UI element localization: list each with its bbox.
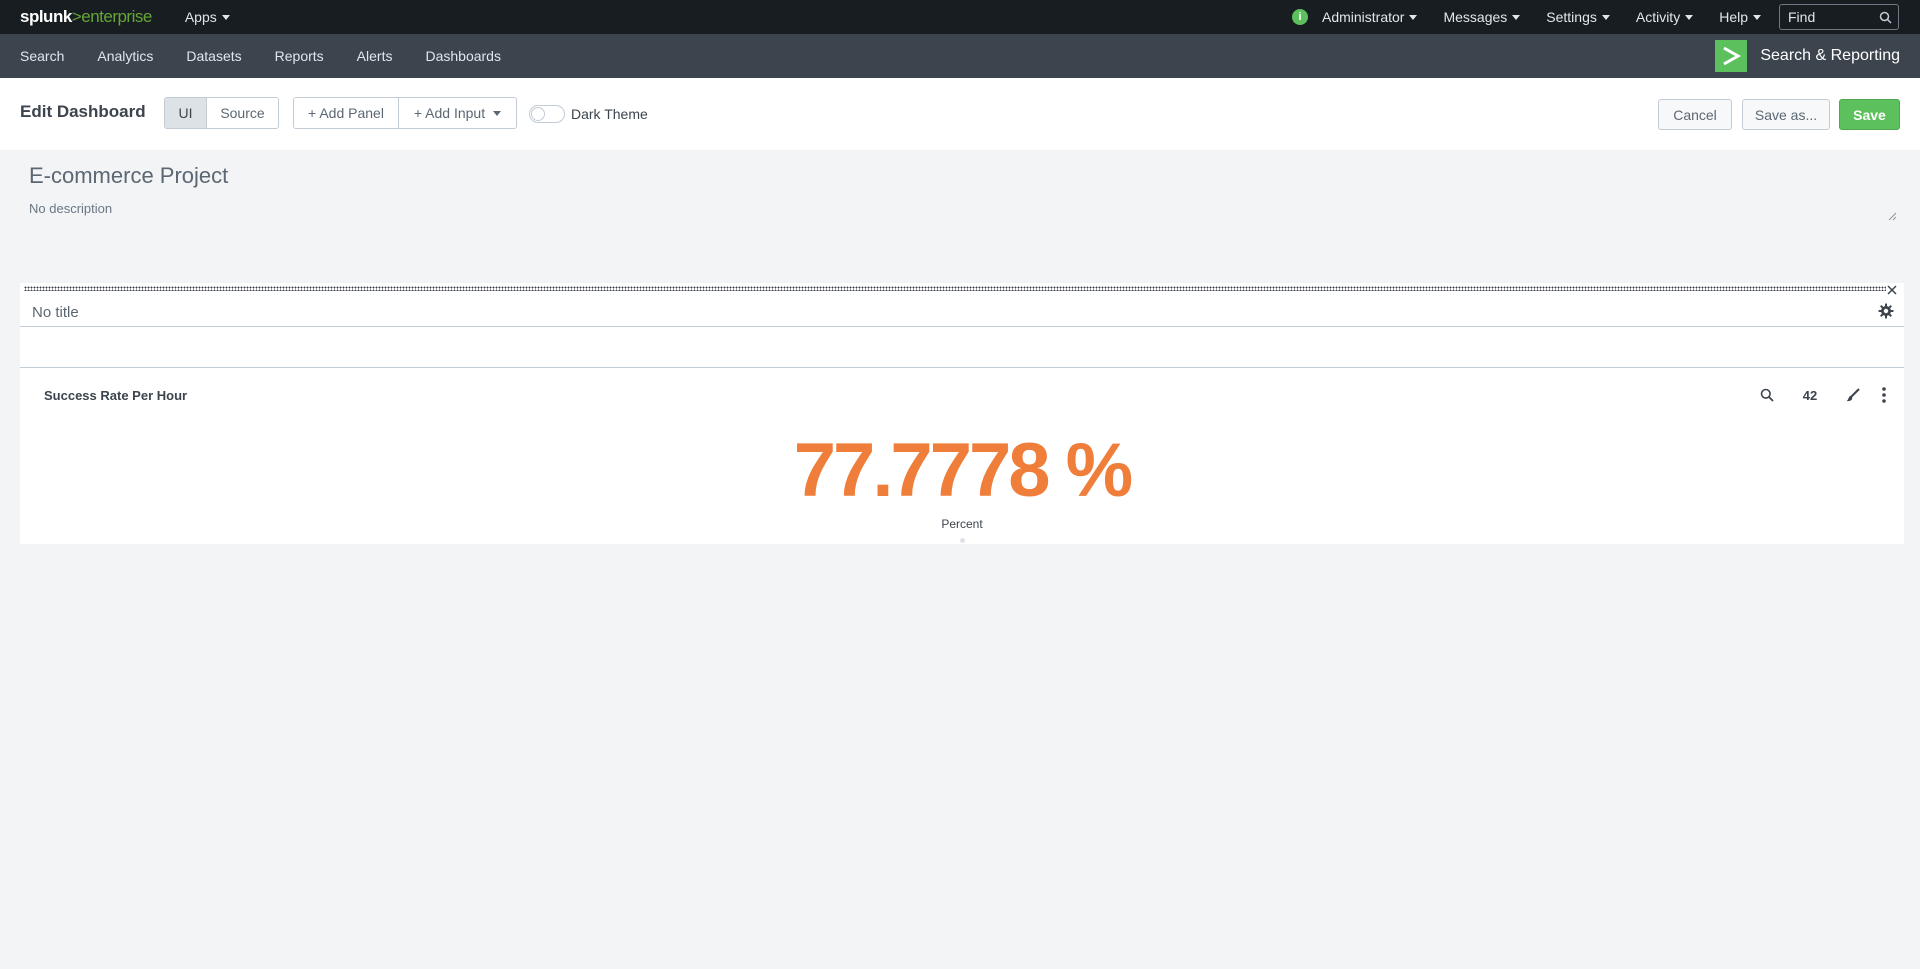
search-icon	[1760, 388, 1774, 402]
gear-icon[interactable]	[1878, 303, 1894, 319]
editor-mode-toggle: UI Source	[164, 97, 279, 129]
settings-menu-label: Settings	[1546, 9, 1597, 25]
user-menu-label: Administrator	[1321, 9, 1405, 25]
dashboard-row: No title Success Rate Per Hour 42 77.777…	[20, 283, 1904, 544]
result-count[interactable]: 42	[1795, 385, 1825, 405]
messages-menu[interactable]: Messages	[1443, 9, 1521, 25]
edit-dashboard-bar: Edit Dashboard UI Source + Add Panel + A…	[0, 78, 1920, 150]
find-input[interactable]	[1788, 9, 1878, 25]
chevron-down-icon	[1601, 14, 1610, 20]
chevron-down-icon	[1409, 14, 1418, 20]
format-visualization-button[interactable]	[1843, 385, 1863, 405]
logo-text: splunk	[20, 7, 72, 26]
dashboard-title[interactable]: E-commerce Project	[29, 163, 228, 189]
activity-menu-label: Activity	[1635, 9, 1681, 25]
search-app-icon	[1715, 40, 1748, 72]
dark-theme-label: Dark Theme	[571, 106, 648, 122]
open-in-search-button[interactable]	[1757, 385, 1777, 405]
resize-handle-icon[interactable]	[1887, 211, 1897, 221]
chevron-down-icon	[221, 14, 230, 20]
chevron-down-icon	[1512, 14, 1521, 20]
nav-reports[interactable]: Reports	[262, 48, 337, 64]
row-divider	[20, 326, 1904, 327]
apps-menu-label: Apps	[184, 9, 217, 25]
nav-dashboards[interactable]: Dashboards	[412, 48, 514, 64]
search-icon[interactable]	[1879, 11, 1892, 24]
app-name: Search & Reporting	[1760, 47, 1900, 64]
mode-source-button[interactable]: Source	[207, 98, 278, 128]
app-nav: Search Analytics Datasets Reports Alerts…	[7, 48, 521, 64]
chevron-down-icon	[1685, 14, 1694, 20]
panel-title[interactable]: Success Rate Per Hour	[44, 388, 187, 403]
close-icon[interactable]	[1885, 283, 1899, 297]
activity-menu[interactable]: Activity	[1635, 9, 1694, 25]
save-as-button[interactable]: Save as...	[1742, 99, 1830, 130]
nav-alerts[interactable]: Alerts	[344, 48, 406, 64]
app-navigation-bar: Search Analytics Datasets Reports Alerts…	[0, 34, 1920, 78]
splunk-logo[interactable]: splunk>enterprise	[20, 7, 152, 27]
dashboard-description[interactable]: No description	[29, 201, 112, 216]
add-input-label: + Add Input	[413, 105, 486, 121]
logo-product: enterprise	[81, 7, 152, 26]
single-value-label: Percent	[941, 517, 983, 531]
nav-datasets[interactable]: Datasets	[173, 48, 254, 64]
help-menu-label: Help	[1719, 9, 1748, 25]
single-value: 77.7778 %	[793, 428, 1133, 513]
row-title-input[interactable]: No title	[32, 304, 79, 321]
messages-menu-label: Messages	[1443, 9, 1508, 25]
paintbrush-icon	[1846, 388, 1860, 402]
nav-search[interactable]: Search	[7, 48, 77, 64]
chevron-down-icon	[493, 110, 502, 116]
app-title[interactable]: Search & Reporting	[1715, 40, 1900, 72]
cancel-button[interactable]: Cancel	[1658, 99, 1732, 130]
row-divider	[20, 367, 1904, 368]
logo-chevron: >	[71, 7, 82, 26]
info-icon[interactable]: i	[1291, 9, 1308, 25]
add-input-button[interactable]: + Add Input	[399, 98, 516, 128]
save-button[interactable]: Save	[1839, 99, 1900, 130]
more-vertical-icon	[1882, 387, 1886, 403]
edit-dashboard-title: Edit Dashboard	[20, 102, 146, 121]
add-panel-button[interactable]: + Add Panel	[294, 98, 399, 128]
add-controls: + Add Panel + Add Input	[293, 97, 517, 129]
toggle-knob	[531, 107, 545, 121]
user-menu[interactable]: Administrator	[1321, 9, 1418, 25]
nav-analytics[interactable]: Analytics	[84, 48, 166, 64]
more-options-button[interactable]	[1877, 385, 1891, 405]
chevron-down-icon	[1753, 14, 1761, 20]
apps-menu[interactable]: Apps	[185, 9, 230, 25]
drag-handle[interactable]	[24, 286, 1886, 291]
top-navigation-bar: splunk>enterprise Apps i Administrator M…	[0, 0, 1920, 34]
mode-ui-button[interactable]: UI	[165, 98, 207, 128]
help-menu[interactable]: Help	[1719, 9, 1761, 25]
find-box	[1779, 4, 1899, 30]
dark-theme-toggle[interactable]	[529, 105, 565, 123]
settings-menu[interactable]: Settings	[1546, 9, 1610, 25]
sparkline-placeholder	[960, 538, 965, 543]
